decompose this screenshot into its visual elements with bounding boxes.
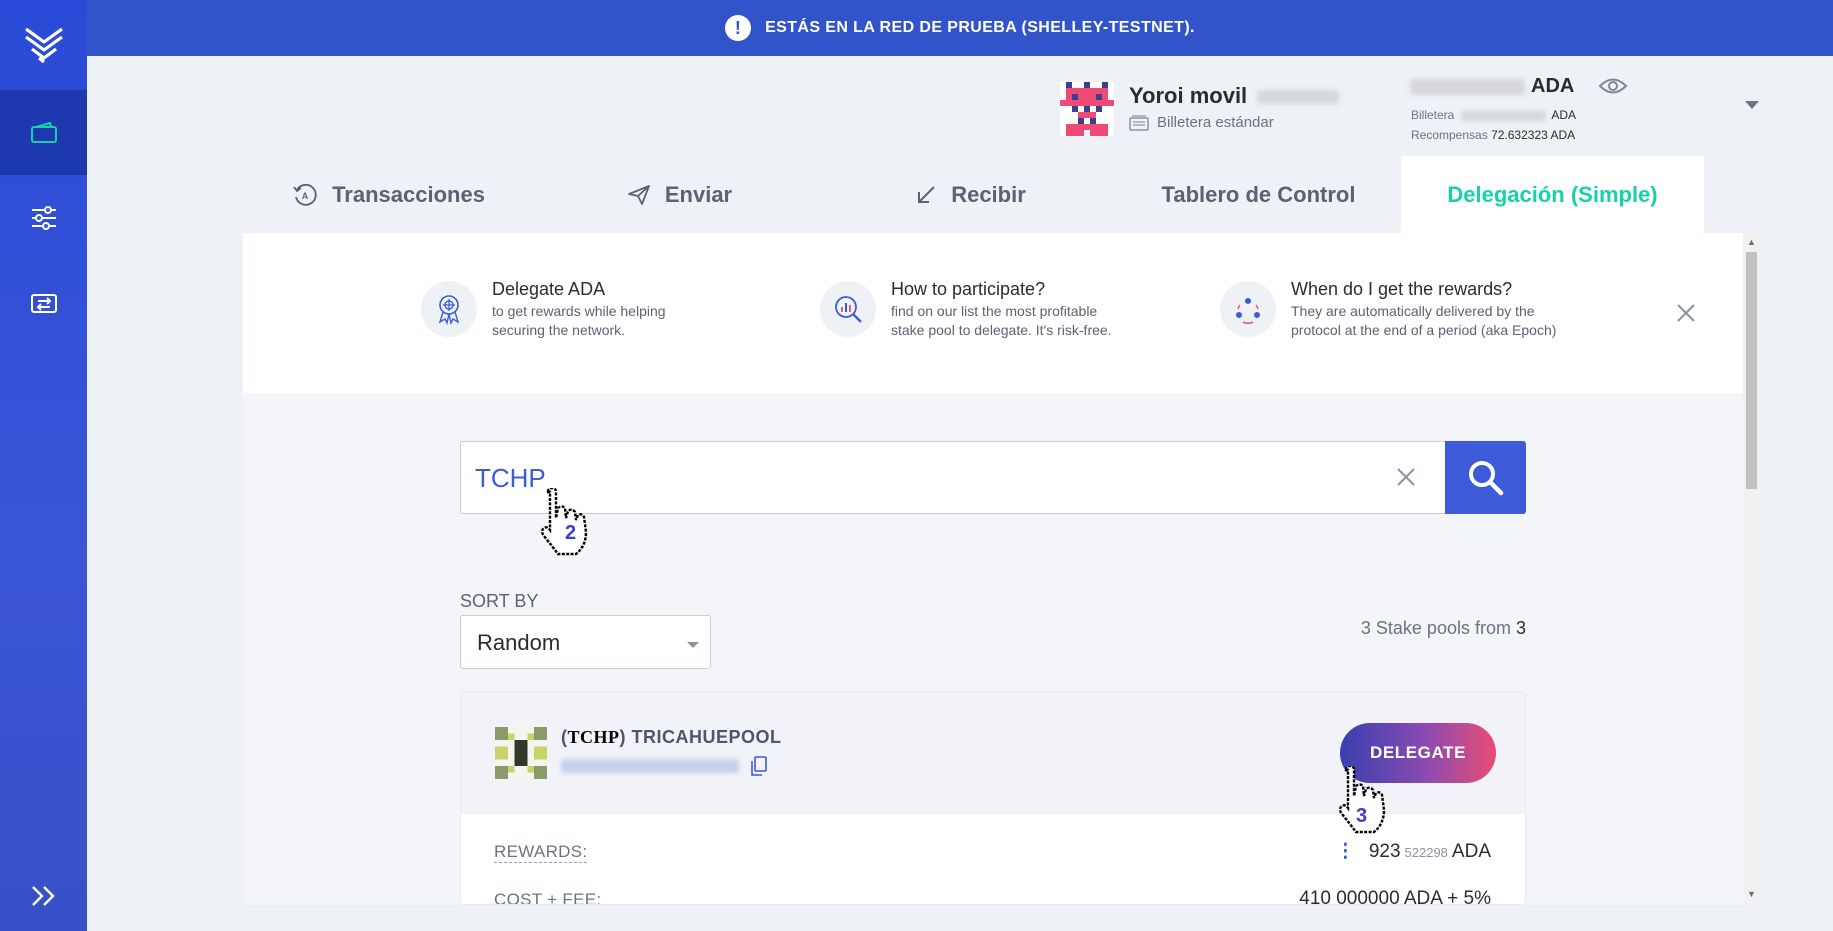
wallet-card-icon (1129, 114, 1149, 131)
tab-tablero-de-control[interactable]: Tablero de Control (1116, 156, 1401, 233)
wallet-checksum-hidden (1257, 90, 1340, 105)
tab-transacciones[interactable]: A Transacciones (243, 156, 534, 233)
wallet-rewards: Recompensas 72.632323 ADA (1411, 128, 1576, 142)
wallet-balance: ADA (1410, 75, 1574, 98)
receive-icon (918, 185, 935, 203)
sort-label: SORT BY (460, 591, 539, 611)
close-icon[interactable] (1676, 303, 1696, 323)
wallet-total-hidden (1460, 110, 1546, 121)
sidebar-item-transfer[interactable] (0, 260, 87, 345)
tab-recibir[interactable]: Recibir (825, 156, 1116, 233)
chevron-down-icon[interactable] (1744, 100, 1760, 110)
cost-fee-label: COST + FEE: (494, 890, 602, 905)
info-how-to-participate: How to participate? find on our list the… (820, 279, 1112, 340)
scroll-down-arrow-icon[interactable]: ▼ (1747, 889, 1756, 899)
pool-search (460, 441, 1526, 514)
chevron-down-icon (687, 642, 699, 648)
pool-ticker: TCHP (567, 727, 620, 747)
more-vertical-icon[interactable]: ⋮ (1336, 840, 1355, 863)
wallet-name: Yoroi movil (1129, 83, 1340, 109)
sidebar-item-settings[interactable] (0, 175, 87, 260)
sidebar-item-wallets[interactable] (0, 90, 87, 175)
scrollbar[interactable]: ▲ ▼ (1743, 233, 1760, 905)
people-cycle-icon (1220, 281, 1276, 337)
search-input[interactable] (475, 456, 1355, 500)
pool-id-hidden (561, 759, 739, 773)
pool-id (561, 756, 767, 776)
settings-sliders-icon (31, 205, 56, 230)
testnet-banner-text: ESTÁS EN LA RED DE PRUEBA (SHELLEY-TESTN… (765, 19, 1195, 36)
award-icon (421, 281, 477, 337)
magnify-chart-icon (820, 281, 876, 337)
info-when-rewards: When do I get the rewards? They are auto… (1220, 279, 1556, 340)
stake-pool-section: SORT BY Random 3 Stake pools from 3 (243, 393, 1743, 905)
cursor-step-number: 2 (565, 522, 577, 544)
double-chevron-right-icon (31, 886, 55, 906)
eye-icon[interactable] (1598, 76, 1628, 96)
clear-search-icon[interactable] (1395, 466, 1417, 488)
pool-count: 3 Stake pools from 3 (1360, 618, 1526, 638)
search-icon (1468, 460, 1503, 495)
pool-name: (TCHP) TRICAHUEPOOL (561, 727, 782, 747)
transfer-icon (30, 293, 57, 313)
stake-pool-card: (TCHP) TRICAHUEPOOL DELEGATE REWARDS: ⋮ … (460, 691, 1526, 905)
yoroi-logo-icon[interactable] (0, 0, 87, 90)
rewards-label: REWARDS: (494, 842, 588, 863)
cursor-step-number: 3 (1356, 805, 1368, 827)
balance-hidden (1410, 78, 1525, 95)
wallet-type: Billetera estándar (1129, 114, 1274, 131)
copy-icon[interactable] (751, 756, 767, 776)
delegate-button[interactable]: DELEGATE (1340, 723, 1496, 783)
pool-card-header: (TCHP) TRICAHUEPOOL DELEGATE (461, 692, 1525, 814)
transactions-icon: A (293, 183, 317, 206)
exclamation-icon: ! (725, 15, 752, 41)
svg-text:A: A (302, 191, 309, 201)
main-panel: A Transacciones Enviar Recibir Tablero d… (243, 156, 1760, 905)
pool-logo (495, 727, 547, 779)
nav-tabs: A Transacciones Enviar Recibir Tablero d… (243, 156, 1760, 233)
testnet-banner: ! ESTÁS EN LA RED DE PRUEBA (SHELLEY-TES… (87, 0, 1833, 56)
wallet-avatar[interactable] (1060, 82, 1114, 136)
tab-delegacion-simple[interactable]: Delegación (Simple) (1401, 156, 1704, 233)
sort-select[interactable]: Random (460, 615, 711, 669)
scroll-thumb[interactable] (1746, 252, 1757, 489)
search-box (460, 441, 1446, 514)
rewards-value: ⋮ 923 522298 ADA (1335, 840, 1491, 863)
wallet-total: Billetera ADA (1411, 108, 1577, 122)
wallet-icon (30, 121, 57, 143)
delegation-info-banner: Delegate ADA to get rewards while helpin… (243, 233, 1743, 393)
sidebar-expand-button[interactable] (0, 861, 87, 931)
tab-enviar[interactable]: Enviar (534, 156, 825, 233)
cost-fee-value: 410 000000 ADA + 5% (1299, 888, 1491, 905)
sidebar (0, 0, 87, 931)
send-icon (627, 184, 650, 205)
search-button[interactable] (1445, 441, 1526, 514)
scroll-up-arrow-icon[interactable]: ▲ (1747, 237, 1756, 247)
info-delegate-ada: Delegate ADA to get rewards while helpin… (421, 279, 666, 340)
